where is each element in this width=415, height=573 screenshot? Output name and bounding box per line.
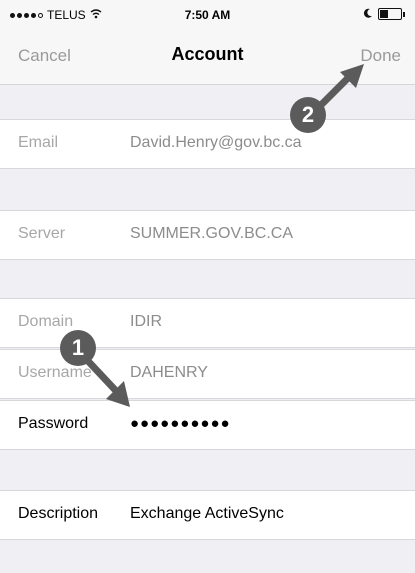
moon-icon <box>363 7 373 21</box>
password-field[interactable]: ●●●●●●●●●● <box>130 415 231 432</box>
status-time: 7:50 AM <box>184 8 231 22</box>
email-field[interactable]: David.Henry@gov.bc.ca <box>130 134 302 152</box>
server-field[interactable]: SUMMER.GOV.BC.CA <box>130 225 293 243</box>
username-field[interactable]: DAHENRY <box>130 364 208 382</box>
server-label: Server <box>18 225 66 242</box>
domain-label: Domain <box>18 313 74 330</box>
step-2-arrow-icon <box>318 64 364 108</box>
status-right <box>363 7 405 21</box>
battery-icon <box>378 8 402 20</box>
step-1-arrow-icon <box>84 357 130 407</box>
battery-tip-icon <box>403 11 405 17</box>
server-row[interactable]: Server SUMMER.GOV.BC.CA <box>0 210 415 260</box>
email-row[interactable]: Email David.Henry@gov.bc.ca <box>0 119 415 169</box>
password-row[interactable]: Password ●●●●●●●●●● <box>0 400 415 450</box>
description-field[interactable]: Exchange ActiveSync <box>130 505 284 523</box>
status-bar: TELUS 7:50 AM <box>0 0 415 26</box>
email-label: Email <box>18 134 59 151</box>
description-row[interactable]: Description Exchange ActiveSync <box>0 490 415 540</box>
password-label: Password <box>18 415 89 432</box>
domain-field[interactable]: IDIR <box>130 313 162 331</box>
description-label: Description <box>18 505 99 522</box>
